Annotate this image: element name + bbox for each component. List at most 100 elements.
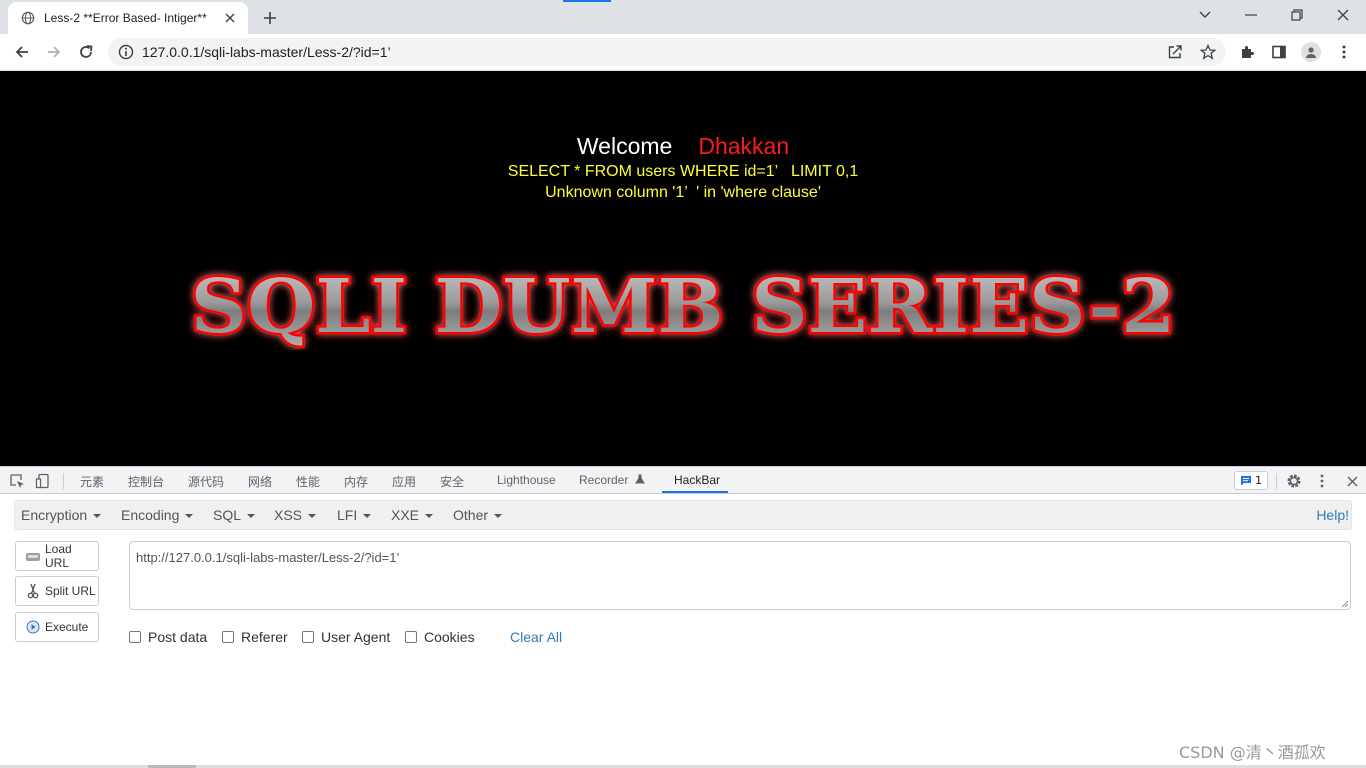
messages-count: 1	[1255, 474, 1262, 487]
csdn-watermark: CSDN @清丶酒孤欢	[1179, 743, 1326, 762]
menu-xss-label: XSS	[274, 507, 303, 523]
info-icon[interactable]	[117, 43, 135, 61]
post-data-checkbox[interactable]: Post data	[129, 629, 207, 645]
referer-label: Referer	[241, 629, 288, 645]
device-toolbar-icon[interactable]	[34, 472, 52, 490]
caret-down-icon	[308, 514, 317, 519]
caret-down-icon	[93, 514, 102, 519]
caret-down-icon	[425, 514, 434, 519]
forward-arrow-icon[interactable]	[40, 38, 68, 66]
caret-down-icon	[363, 514, 372, 519]
restore-icon[interactable]	[1274, 0, 1320, 30]
checkbox-box[interactable]	[405, 631, 417, 643]
tab-lighthouse[interactable]: Lighthouse	[497, 473, 556, 487]
checkbox-box[interactable]	[302, 631, 314, 643]
tab-console[interactable]: 控制台	[128, 473, 164, 490]
menu-sql-label: SQL	[213, 507, 242, 523]
hackbar-menu: Encryption Encoding SQL XSS LFI XXE Othe…	[14, 500, 1352, 530]
messages-badge[interactable]: 1	[1234, 471, 1268, 490]
devtools-kebab-icon[interactable]	[1313, 472, 1331, 490]
message-icon	[1241, 476, 1251, 486]
resize-grip-icon[interactable]	[1340, 599, 1349, 608]
tab-recorder[interactable]: Recorder	[579, 473, 645, 487]
sqli-dumb-series-banner: SQLI DUMB SERIES-2	[188, 264, 1178, 350]
url-text: 127.0.0.1/sqli-labs-master/Less-2/?id=1’	[142, 44, 391, 60]
play-icon	[25, 619, 41, 635]
menu-lfi[interactable]: LFI	[337, 507, 372, 523]
devtools-tabbar: 元素 控制台 源代码 网络 性能 内存 应用 安全 Lighthouse Rec…	[0, 466, 1366, 494]
reload-icon[interactable]	[72, 38, 100, 66]
split-url-button[interactable]: Split URL	[15, 576, 99, 606]
tab-elements[interactable]: 元素	[80, 473, 104, 490]
url-textarea[interactable]: http://127.0.0.1/sqli-labs-master/Less-2…	[129, 541, 1351, 610]
back-arrow-icon[interactable]	[8, 38, 36, 66]
load-url-icon	[25, 548, 41, 564]
menu-xxe[interactable]: XXE	[391, 507, 434, 523]
sql-error-text: Unknown column '1’ ' in 'where clause'	[545, 184, 821, 201]
welcome-text: Welcome	[576, 133, 673, 159]
post-data-label: Post data	[148, 629, 208, 645]
new-tab-icon[interactable]	[258, 6, 282, 30]
menu-sql[interactable]: SQL	[213, 507, 256, 523]
tab-strip: Less-2 **Error Based- Intiger**	[0, 0, 1366, 34]
caret-down-icon	[247, 514, 256, 519]
welcome-line: Welcome Dhakkan	[0, 133, 1366, 160]
menu-other-label: Other	[453, 507, 489, 523]
person-icon	[1301, 42, 1321, 62]
tab-accent-bar	[563, 0, 611, 2]
browser-toolbar: 127.0.0.1/sqli-labs-master/Less-2/?id=1’	[0, 34, 1366, 71]
user-agent-label: User Agent	[321, 629, 391, 645]
user-agent-checkbox[interactable]: User Agent	[302, 629, 390, 645]
execute-button[interactable]: Execute	[15, 612, 99, 642]
menu-encoding-label: Encoding	[121, 507, 180, 523]
minimize-icon[interactable]	[1228, 0, 1274, 30]
browser-menu-kebab-icon[interactable]	[1330, 38, 1358, 66]
menu-encryption[interactable]: Encryption	[21, 507, 102, 523]
settings-gear-icon[interactable]	[1285, 472, 1303, 490]
banner-text: SQLI DUMB SERIES-2	[191, 264, 1176, 350]
split-url-label: Split URL	[45, 584, 96, 598]
devtools-close-icon[interactable]	[1343, 472, 1361, 490]
tab-sources[interactable]: 源代码	[188, 473, 224, 490]
window-close-icon[interactable]	[1320, 0, 1366, 30]
devtools-separator	[63, 473, 64, 489]
hackbar-panel: Encryption Encoding SQL XSS LFI XXE Othe…	[0, 494, 1366, 768]
tab-recorder-label: Recorder	[579, 473, 629, 487]
inspect-element-icon[interactable]	[8, 472, 26, 490]
referer-checkbox[interactable]: Referer	[222, 629, 288, 645]
menu-xss[interactable]: XSS	[274, 507, 317, 523]
tab-application[interactable]: 应用	[392, 473, 416, 490]
caret-down-icon	[494, 514, 503, 519]
bookmark-star-icon[interactable]	[1199, 43, 1217, 61]
help-link[interactable]: Help!	[1316, 507, 1349, 523]
cookies-checkbox[interactable]: Cookies	[405, 629, 475, 645]
tab-memory[interactable]: 内存	[344, 473, 368, 490]
side-panel-icon[interactable]	[1265, 38, 1293, 66]
tab-performance[interactable]: 性能	[296, 473, 320, 490]
extensions-puzzle-icon[interactable]	[1233, 38, 1261, 66]
profile-avatar[interactable]	[1297, 38, 1325, 66]
menu-other[interactable]: Other	[453, 507, 503, 523]
execute-label: Execute	[45, 620, 89, 634]
username-text: Dhakkan	[698, 133, 790, 159]
load-url-button[interactable]: Load URL	[15, 541, 99, 571]
devtools-separator	[1276, 473, 1277, 489]
clear-all-link[interactable]: Clear All	[510, 629, 562, 645]
tab-network[interactable]: 网络	[248, 473, 272, 490]
sql-query-text: SELECT * FROM users WHERE id=1’ LIMIT 0,…	[507, 163, 859, 180]
tab-security[interactable]: 安全	[440, 473, 464, 490]
address-bar[interactable]: 127.0.0.1/sqli-labs-master/Less-2/?id=1’	[108, 38, 1226, 66]
page-content: Welcome Dhakkan SELECT * FROM users WHERE…	[0, 71, 1366, 466]
share-icon[interactable]	[1166, 43, 1184, 61]
menu-encryption-label: Encryption	[21, 507, 88, 523]
close-tab-icon[interactable]	[222, 10, 238, 26]
checkbox-box[interactable]	[129, 631, 141, 643]
scissors-icon	[25, 583, 41, 599]
checkbox-box[interactable]	[222, 631, 234, 643]
caret-down-icon	[185, 514, 194, 519]
tab-search-chevron-icon[interactable]	[1182, 0, 1228, 30]
browser-tab[interactable]: Less-2 **Error Based- Intiger**	[8, 2, 248, 34]
tab-hackbar[interactable]: HackBar	[674, 473, 720, 487]
globe-icon	[20, 10, 36, 26]
menu-encoding[interactable]: Encoding	[121, 507, 194, 523]
